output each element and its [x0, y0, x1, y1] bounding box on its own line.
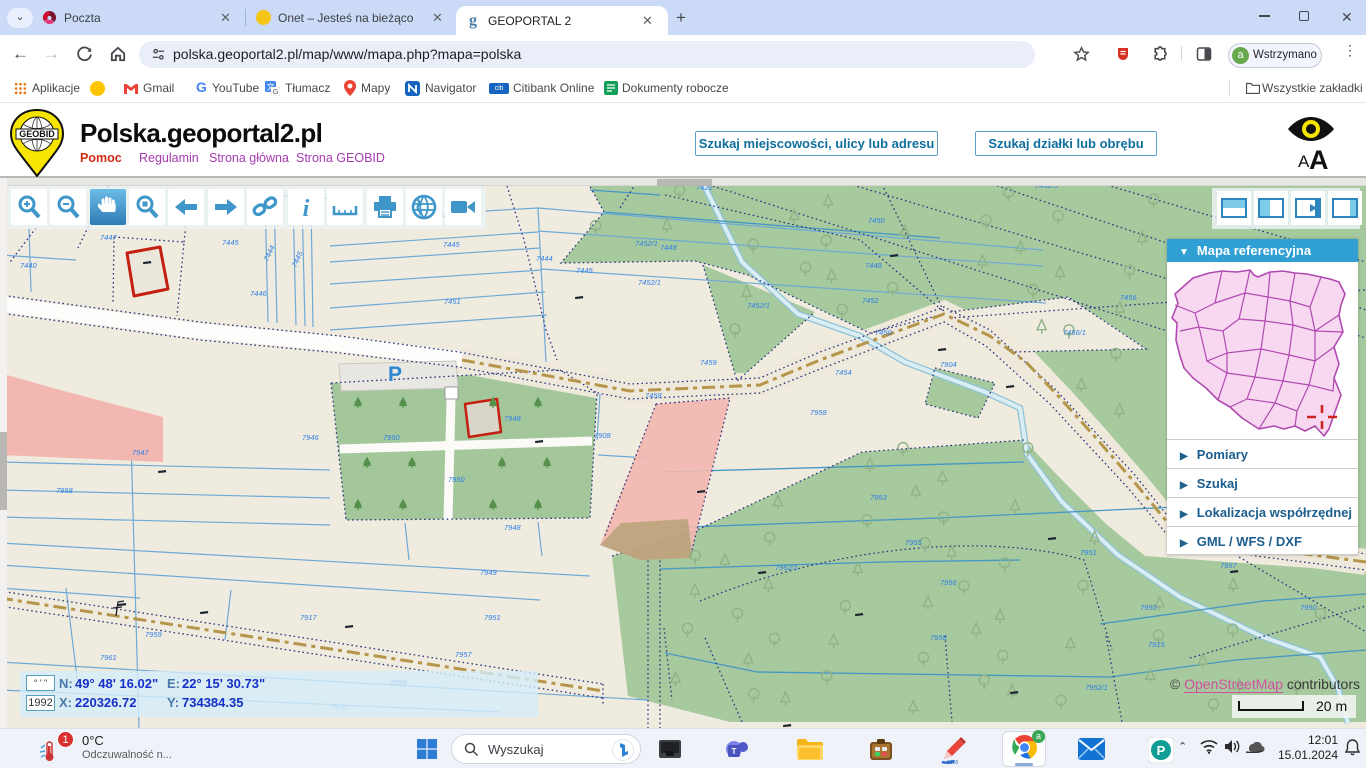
svg-text:P: P	[1157, 743, 1166, 758]
svg-text:7950: 7950	[1140, 603, 1158, 612]
svg-text:7440: 7440	[20, 261, 38, 270]
svg-text:7915: 7915	[1148, 640, 1166, 649]
svg-text:7951: 7951	[484, 613, 501, 622]
svg-text:7951: 7951	[1080, 548, 1097, 557]
svg-text:7947: 7947	[132, 448, 150, 457]
svg-text:7946: 7946	[302, 433, 320, 442]
svg-text:7958: 7958	[930, 633, 948, 642]
svg-text:7959: 7959	[145, 630, 163, 639]
svg-text:7454: 7454	[835, 368, 852, 377]
svg-text:7957: 7957	[455, 650, 473, 659]
svg-text:7908: 7908	[594, 431, 612, 440]
svg-text:7949: 7949	[480, 568, 498, 577]
svg-text:7956: 7956	[940, 578, 958, 587]
svg-text:7961: 7961	[100, 653, 117, 662]
svg-text:7948: 7948	[504, 414, 522, 423]
svg-text:7444: 7444	[536, 254, 553, 263]
svg-text:7953: 7953	[870, 493, 888, 502]
svg-text:7459: 7459	[700, 358, 718, 367]
svg-text:7952/1: 7952/1	[775, 563, 798, 572]
svg-text:7917: 7917	[300, 613, 318, 622]
svg-text:7450: 7450	[875, 328, 893, 337]
svg-text:GEOBID: GEOBID	[19, 129, 55, 139]
svg-text:7957: 7957	[1220, 561, 1238, 570]
svg-text:7950: 7950	[383, 433, 401, 442]
svg-text:7447: 7447	[100, 233, 118, 242]
svg-text:7452/1: 7452/1	[747, 301, 770, 310]
svg-text:7456: 7456	[1120, 293, 1138, 302]
svg-text:7448: 7448	[660, 243, 678, 252]
svg-text:7958: 7958	[810, 408, 828, 417]
svg-text:7446: 7446	[250, 289, 268, 298]
svg-text:7458: 7458	[645, 391, 663, 400]
svg-text:7452/1: 7452/1	[635, 239, 658, 248]
svg-text:7950: 7950	[448, 475, 466, 484]
svg-text:7451: 7451	[444, 297, 461, 306]
svg-text:7958: 7958	[56, 486, 74, 495]
svg-text:7448: 7448	[865, 261, 883, 270]
svg-text:7950: 7950	[1300, 603, 1318, 612]
svg-text:7955: 7955	[905, 538, 923, 547]
svg-text:7445: 7445	[222, 238, 240, 247]
svg-text:7452/1: 7452/1	[638, 278, 661, 287]
svg-text:i: i	[303, 196, 310, 222]
svg-text:7445: 7445	[443, 240, 461, 249]
svg-text:G: G	[273, 87, 279, 96]
svg-text:2020: 2020	[947, 760, 958, 765]
svg-text:A: A	[1309, 145, 1329, 175]
svg-text:7456/1: 7456/1	[1063, 328, 1086, 337]
svg-text:7948: 7948	[504, 523, 522, 532]
svg-text:P: P	[388, 363, 402, 386]
svg-text:7450: 7450	[868, 216, 886, 225]
svg-text:7452: 7452	[862, 296, 880, 305]
svg-text:7904: 7904	[940, 360, 957, 369]
svg-text:T: T	[732, 747, 737, 756]
svg-text:7445: 7445	[576, 266, 594, 275]
